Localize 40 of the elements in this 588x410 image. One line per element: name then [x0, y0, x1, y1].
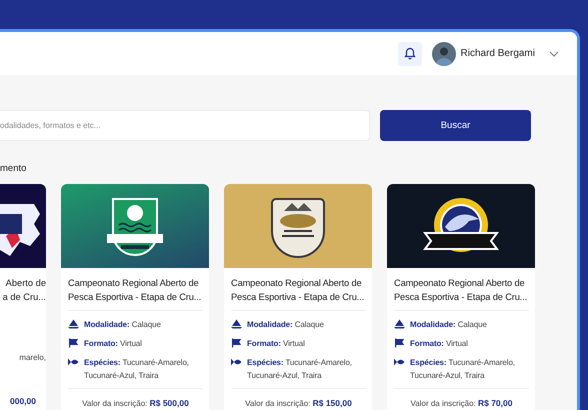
fish-icon [68, 357, 79, 367]
species-value: marelo, [18, 352, 46, 364]
detail-text: Espécies: Tucunaré-Amarelo, Tucunaré-Azul, Traira [410, 357, 516, 382]
card-title: Aberto de [4, 277, 46, 290]
detail-text: Modalidade: Calaque [247, 319, 324, 331]
bell-icon [404, 47, 416, 60]
detail-text: Formato: Virtual [247, 338, 305, 350]
price-text: Valor da inscrição: R$ 70,00 [410, 398, 514, 408]
notifications-button[interactable] [398, 42, 422, 66]
event-card[interactable]: Campeonato Regional Aberto de Pesca Esportiva - Etapa de Cru... Modalidade: Calaque Formato: Virtual Espécies: Tucunaré-Amarelo, Tucunaré-Azul, Traira Valor da inscrição: R$ 150,00 [224, 184, 372, 410]
flag-icon [68, 338, 79, 348]
flag-icon [231, 338, 242, 348]
detail-text: Espécies: Tucunaré-Amarelo, Tucunaré-Azul, Traira [84, 357, 190, 382]
section-title: mento [0, 163, 28, 175]
detail-text: Formato: Virtual [84, 338, 142, 350]
detail-text: Espécies: Tucunaré-Amarelo, Tucunaré-Azul, Traira [247, 357, 353, 382]
user-name: Richard Bergami [460, 48, 535, 59]
fish-icon [231, 357, 242, 367]
chevron-down-icon[interactable] [549, 50, 559, 56]
fish-icon [394, 357, 405, 367]
price-value: 000,00 [9, 395, 37, 408]
detail-text: Formato: Virtual [410, 338, 468, 350]
price-text: Valor da inscrição: R$ 150,00 [244, 398, 353, 408]
sailboat-icon [394, 319, 405, 329]
card-title: Campeonato Regional Aberto de Pesca Esportiva - Etapa de Cru... [394, 277, 528, 304]
sailboat-icon [231, 319, 242, 329]
event-card[interactable]: Campeonato Regional Aberto de Pesca Esportiva - Etapa de Cru... Modalidade: Calaque Formato: Virtual Espécies: Tucunaré-Amarelo, Tucunaré-Azul, Traira Valor da inscrição: R$ 70,00 [387, 184, 535, 410]
sailboat-icon [68, 319, 79, 329]
search-field[interactable]: odalidades, formatos e etc... [0, 110, 370, 141]
card-title: Campeonato Regional Aberto de Pesca Esportiva - Etapa de Cru... [68, 277, 202, 304]
event-card[interactable]: Aberto de a de Cru... marelo, 000,00 [0, 184, 46, 410]
flag-icon [394, 338, 405, 348]
detail-text: Modalidade: Calaque [410, 319, 487, 331]
avatar-icon [432, 42, 456, 66]
price-text: Valor da inscrição: R$ 500,00 [81, 398, 190, 408]
search-button[interactable]: Buscar [380, 110, 531, 141]
event-card[interactable]: Campeonato Regional Aberto de Pesca Esportiva - Etapa de Cru... Modalidade: Calaque Formato: Virtual Espécies: Tucunaré-Amarelo, Tucunaré-Azul, Traira Valor da inscrição: R$ 500,00 [61, 184, 209, 410]
card-title: a de Cru... [2, 291, 46, 304]
detail-text: Modalidade: Calaque [84, 319, 161, 331]
card-title: Campeonato Regional Aberto de Pesca Esportiva - Etapa de Cru... [231, 277, 366, 304]
